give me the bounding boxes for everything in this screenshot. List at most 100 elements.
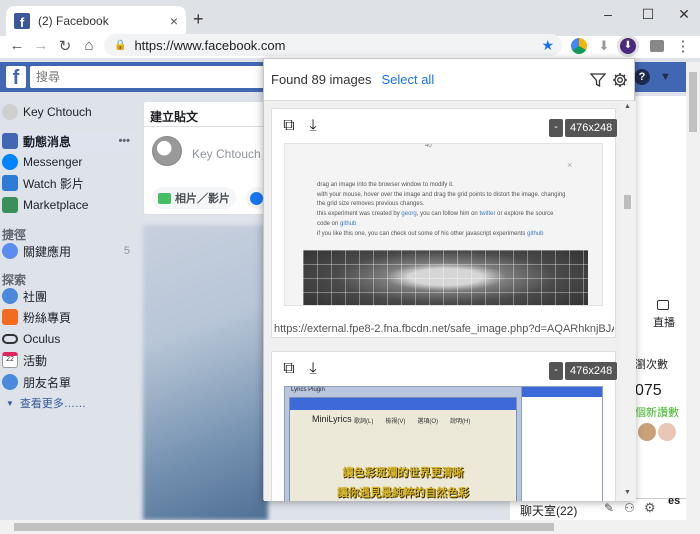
extension-icon-2[interactable] <box>650 40 664 52</box>
nav-pages[interactable]: 粉絲專頁 <box>0 307 136 327</box>
nav-groups[interactable]: 社團 <box>0 286 136 306</box>
nav-profile[interactable]: Key Chtouch <box>0 102 136 122</box>
browser-tab[interactable]: f (2) Facebook × <box>6 6 186 36</box>
back-icon[interactable]: ← <box>8 37 26 54</box>
size-toggle-button[interactable]: - <box>549 362 563 380</box>
views-label: 瀏次數 <box>635 359 668 371</box>
nav-see-more[interactable]: ▼ 查看更多…… <box>0 393 136 413</box>
card-actions: ⧉ ⤓ <box>280 117 322 135</box>
nav-label: 朋友名單 <box>23 375 72 390</box>
menu-icon[interactable]: ⋮ <box>674 37 692 55</box>
close-window-button[interactable]: ✕ <box>674 6 694 23</box>
pages-flag-icon <box>2 309 18 325</box>
nav-label: 動態消息 <box>23 134 72 149</box>
help-icon[interactable]: ? <box>634 69 650 85</box>
page-horizontal-scrollbar[interactable] <box>0 520 700 534</box>
chevron-down-icon: ▼ <box>6 398 14 408</box>
popup-scrollbar[interactable]: ▲ ▼ <box>621 101 634 501</box>
forward-icon[interactable]: → <box>32 37 50 54</box>
nav-oculus[interactable]: Oculus <box>0 329 136 349</box>
preview-text: the grid size removes previous changes. <box>317 201 425 207</box>
app-icon <box>2 243 18 259</box>
nav-label: 關鍵應用 <box>23 244 72 259</box>
live-label: 直播 <box>653 317 675 329</box>
preview-link: twitter <box>479 211 496 217</box>
bookmark-star-icon[interactable]: ★ <box>541 37 554 54</box>
messenger-icon <box>2 154 18 170</box>
facebook-favicon-icon: f <box>14 13 30 29</box>
nav-events[interactable]: 22 活動 <box>0 350 136 370</box>
extension-icon[interactable] <box>571 38 587 54</box>
image-downloader-popup: Found 89 images Select all ⧉ ⤓ - 476x248… <box>263 58 636 501</box>
download-icon[interactable]: ⤓ <box>304 117 322 135</box>
new-message-icon[interactable]: ✎ <box>604 501 614 515</box>
scrollbar-thumb[interactable] <box>689 72 697 132</box>
image-url: https://external.fpe8-2.fna.fbcdn.net/sa… <box>274 323 614 335</box>
reload-icon[interactable]: ↻ <box>56 37 74 55</box>
scrollbar-thumb[interactable] <box>14 523 554 531</box>
nav-messenger[interactable]: Messenger <box>0 152 136 172</box>
preview-app-title: MiniLyrics <box>312 414 352 424</box>
tab-title: (2) Facebook <box>38 14 109 28</box>
found-images-count: Found 89 images <box>271 72 372 87</box>
friends-icon <box>2 374 18 390</box>
browser-toolbar: ← → ↻ ⌂ 🔒 https://www.facebook.com ★ ⬇ ⬇… <box>0 34 700 58</box>
page-vertical-scrollbar[interactable] <box>686 62 700 520</box>
nav-marketplace[interactable]: Marketplace <box>0 195 136 215</box>
distorted-portrait-image <box>303 250 588 305</box>
tag-friends-icon <box>250 191 263 205</box>
account-menu-caret-icon[interactable]: ▼ <box>660 71 671 83</box>
open-in-new-tab-icon[interactable]: ⧉ <box>280 360 298 378</box>
minimize-button[interactable]: – <box>598 6 618 22</box>
nav-friend-lists[interactable]: 朋友名單 <box>0 372 136 392</box>
maximize-button[interactable]: ☐ <box>638 6 658 23</box>
scroll-down-arrow-icon[interactable]: ▼ <box>624 489 631 496</box>
profile-avatar-icon <box>2 104 18 120</box>
photo-video-button[interactable]: 相片／影片 <box>152 187 236 209</box>
preview-text: if you like this one, you can check out … <box>317 231 528 237</box>
facebook-search-input[interactable] <box>30 66 270 88</box>
select-all-link[interactable]: Select all <box>381 72 434 87</box>
chat-bar[interactable]: 聊天室(22) ✎ ⚇ ⚙ es <box>510 495 700 520</box>
live-video-icon[interactable] <box>657 300 669 310</box>
size-toggle-button[interactable]: - <box>549 119 563 137</box>
nav-watch[interactable]: Watch 影片 <box>0 173 136 193</box>
create-post-input[interactable]: Key Chtouch， <box>192 145 273 162</box>
nav-label: 活動 <box>23 353 48 368</box>
download-extension-icon[interactable]: ⬇ <box>596 38 612 54</box>
facebook-logo-icon[interactable]: f <box>6 66 26 88</box>
image-card[interactable]: ⧉ ⤓ - 476x248 Lyrics Plugin MiniLyrics 歌… <box>271 351 618 501</box>
open-in-new-tab-icon[interactable]: ⧉ <box>280 117 298 135</box>
preview-link: github <box>340 221 357 227</box>
more-options-icon[interactable]: ••• <box>118 135 130 147</box>
image-downloader-extension-icon[interactable]: ⬇ <box>620 38 636 54</box>
home-icon[interactable]: ⌂ <box>80 37 98 54</box>
nav-label: Messenger <box>23 155 83 169</box>
download-icon[interactable]: ⤓ <box>304 360 322 378</box>
scroll-up-arrow-icon[interactable]: ▲ <box>624 103 631 110</box>
preview-text-row: code on github <box>317 221 356 227</box>
contacts-icon[interactable]: ⚇ <box>624 501 635 515</box>
address-bar[interactable]: 🔒 https://www.facebook.com ★ <box>104 34 562 56</box>
nav-shortcut-app[interactable]: 關鍵應用 5 <box>0 241 136 261</box>
image-preview[interactable]: 40 × drag an image into the browser wind… <box>284 143 603 306</box>
preview-side-titlebar <box>522 387 602 397</box>
popup-header: Found 89 images Select all <box>264 59 634 101</box>
nav-news-feed[interactable]: 動態消息 ••• <box>0 131 136 151</box>
avatar <box>637 422 657 442</box>
settings-gear-icon[interactable] <box>612 72 628 88</box>
filter-icon[interactable] <box>590 72 606 88</box>
browser-tab-strip: f (2) Facebook × + – ☐ ✕ <box>0 0 700 36</box>
preview-text: code on <box>317 221 341 227</box>
image-card[interactable]: ⧉ ⤓ - 476x248 40 × drag an image into th… <box>271 108 618 338</box>
chat-settings-gear-icon[interactable]: ⚙ <box>644 500 656 516</box>
avatar <box>152 136 182 166</box>
preview-lyric: 讓你遇見最純粹的自然色彩 <box>337 487 469 499</box>
preview-text-row: this experiment was created by georg, yo… <box>317 211 553 217</box>
new-tab-button[interactable]: + <box>193 9 204 30</box>
nav-label: 社團 <box>23 289 48 304</box>
image-preview[interactable]: Lyrics Plugin MiniLyrics 歌詞(L) 檢視(V) 選項(… <box>284 386 603 501</box>
scrollbar-thumb[interactable] <box>624 195 631 209</box>
events-calendar-icon: 22 <box>2 352 18 368</box>
tab-close-icon[interactable]: × <box>170 13 178 29</box>
